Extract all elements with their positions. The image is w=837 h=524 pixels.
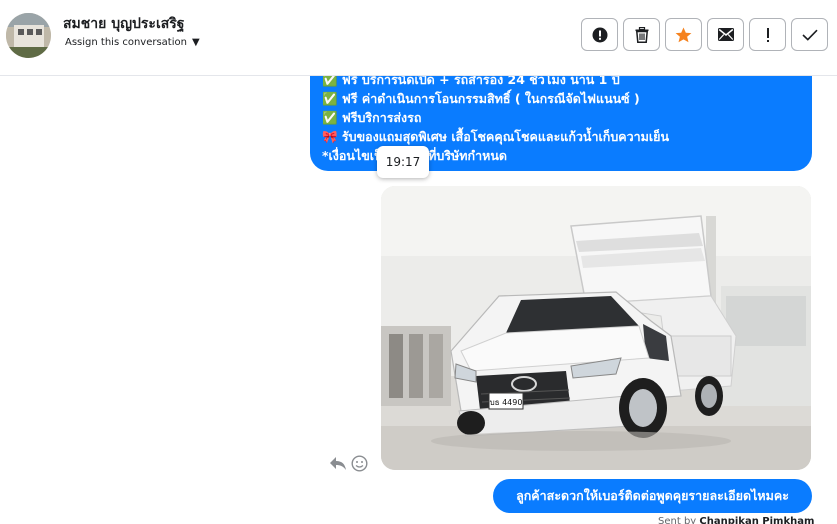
exclamation-icon: [766, 27, 769, 42]
message-line: 🎀 รับของแถมสุดพิเศษ เสื้อโชคคุณโชคและแก้…: [322, 129, 670, 144]
action-toolbar: [581, 18, 828, 51]
mark-unread-button[interactable]: [707, 18, 744, 51]
star-button[interactable]: [665, 18, 702, 51]
sent-by-prefix: Sent by: [658, 516, 697, 524]
check-icon: [801, 29, 818, 41]
truck-photo[interactable]: บธ 4490: [381, 186, 811, 470]
flag-button[interactable]: [749, 18, 786, 51]
contact-name: สมชาย บุญประเสริฐ: [63, 16, 185, 32]
message-bubble-question[interactable]: ลูกค้าสะดวกให้เบอร์ติดต่อพูดคุยรายละเอีย…: [493, 479, 812, 513]
message-line: ✅ ฟรีบริการส่งรถ: [322, 110, 422, 125]
star-icon: [675, 27, 692, 42]
caret-down-icon: ▼: [191, 37, 200, 48]
sent-by-name: Chanpikan Pimkham: [699, 516, 815, 524]
reply-icon[interactable]: [329, 455, 347, 475]
sent-by-label: Sent by Chanpikan Pimkham: [658, 516, 814, 524]
conversation-header: สมชาย บุญประเสริฐ Assign this conversati…: [0, 0, 837, 76]
exclamation-circle-icon: [592, 27, 607, 42]
avatar[interactable]: [6, 13, 51, 58]
react-smile-icon[interactable]: [351, 455, 368, 476]
mark-spam-button[interactable]: [581, 18, 618, 51]
assign-label: Assign this conversation: [65, 37, 187, 48]
license-plate: บธ 4490: [490, 398, 523, 407]
assign-conversation-dropdown[interactable]: Assign this conversation ▼: [65, 37, 200, 48]
trash-icon: [635, 26, 648, 43]
timestamp-tooltip: 19:17: [377, 146, 429, 178]
envelope-icon: [717, 28, 734, 41]
mark-done-button[interactable]: [791, 18, 828, 51]
delete-button[interactable]: [623, 18, 660, 51]
message-line: ✅ ฟรี ค่าดำเนินการโอนกรรมสิทธิ์ ( ในกรณี…: [322, 91, 640, 106]
conversation-panel: ✅ ฟรี บริการนัดเปิด + รถสำรอง 24 ชั่วโมง…: [0, 0, 837, 524]
